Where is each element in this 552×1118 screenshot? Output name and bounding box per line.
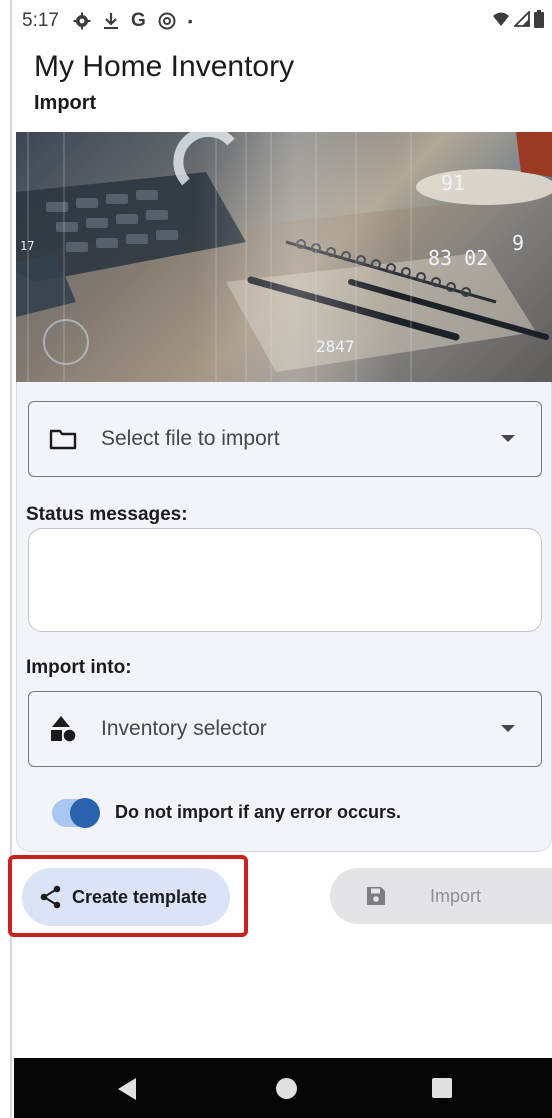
battery-icon (534, 10, 544, 28)
chevron-down-icon (501, 435, 515, 442)
app-title: My Home Inventory (34, 50, 295, 83)
window-edge (10, 0, 12, 1118)
folder-icon (49, 429, 77, 450)
import-button[interactable]: Import (330, 868, 552, 924)
highlight-box (8, 855, 248, 937)
status-system-icons (492, 10, 544, 28)
error-toggle-label: Do not import if any error occurs. (115, 802, 402, 822)
status-time: 5:17 (22, 10, 59, 31)
import-into-label: Import into: (26, 657, 132, 678)
shapes-icon (51, 716, 76, 742)
dot-icon: • (187, 13, 193, 29)
file-select-label: Select file to import (101, 427, 280, 450)
status-messages-box (28, 528, 542, 632)
import-button-label: Import (430, 885, 482, 906)
at-icon (158, 12, 176, 30)
status-notification-icons: G • (73, 10, 193, 32)
hero-number: 91 (441, 171, 465, 195)
save-icon (367, 887, 385, 905)
status-bar: 5:17 G • (14, 0, 552, 42)
chevron-down-icon (501, 725, 515, 732)
home-icon[interactable] (276, 1078, 297, 1099)
hero-number: 2847 (316, 337, 355, 356)
inventory-select-dropdown[interactable]: Inventory selector (28, 691, 542, 767)
google-icon: G (130, 10, 146, 31)
toggle-knob (70, 798, 100, 828)
hero-illustration: 91 83 02 9 17 2847 (16, 132, 552, 382)
file-select-dropdown[interactable]: Select file to import (28, 401, 542, 477)
status-messages-label: Status messages: (26, 504, 188, 525)
gear-icon (73, 12, 91, 30)
signal-icon (514, 11, 530, 27)
download-icon (103, 13, 118, 29)
wifi-icon (493, 12, 509, 26)
hero-image: 91 83 02 9 17 2847 (16, 132, 552, 382)
hero-number: 83 02 (428, 246, 488, 270)
hero-number: 17 (20, 239, 34, 253)
inventory-select-label: Inventory selector (101, 717, 267, 740)
error-toggle-switch[interactable] (52, 798, 100, 828)
recents-icon[interactable] (432, 1078, 452, 1098)
hero-number: 9 (512, 231, 524, 255)
system-nav-bar (14, 1058, 552, 1118)
page-subtitle: Import (34, 92, 97, 114)
back-icon[interactable] (118, 1078, 136, 1100)
